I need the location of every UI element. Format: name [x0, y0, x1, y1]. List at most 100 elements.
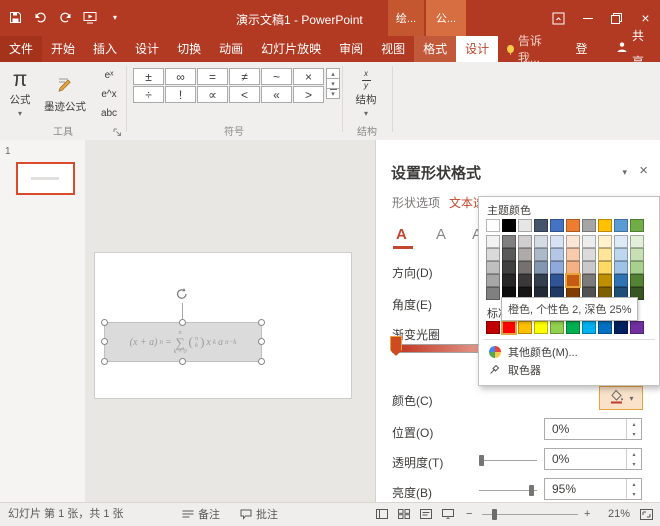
gradient-stop-marker[interactable] [390, 336, 402, 356]
redo-icon[interactable] [57, 9, 73, 25]
theme-color-swatch[interactable] [518, 219, 532, 232]
theme-color-variant-swatch[interactable] [598, 235, 612, 248]
symbol-button[interactable]: < [229, 86, 260, 103]
linear-button[interactable]: e^x [94, 85, 124, 103]
spin-down-icon[interactable]: ▾ [627, 489, 641, 499]
theme-color-variant-swatch[interactable] [534, 248, 548, 261]
theme-color-swatch[interactable] [614, 219, 628, 232]
theme-color-variant-swatch[interactable] [566, 235, 580, 248]
theme-color-variant-swatch[interactable] [598, 248, 612, 261]
resize-handle[interactable] [258, 319, 265, 326]
standard-color-swatch[interactable] [502, 321, 516, 334]
theme-color-variant-swatch[interactable] [502, 248, 516, 261]
theme-color-variant-swatch[interactable] [614, 261, 628, 274]
slideshow-view-button[interactable] [438, 503, 458, 525]
theme-color-variant-swatch[interactable] [486, 274, 500, 287]
theme-color-variant-swatch[interactable] [550, 261, 564, 274]
tab-幻灯片放映[interactable]: 幻灯片放映 [252, 36, 330, 62]
ink-equation-button[interactable]: 墨迹公式 [40, 65, 90, 123]
theme-color-variant-swatch[interactable] [582, 235, 596, 248]
spin-up-icon[interactable]: ▴ [627, 449, 641, 459]
symbol-button[interactable]: > [293, 86, 324, 103]
gradient-color-button[interactable]: ▾ [599, 386, 643, 410]
resize-handle[interactable] [258, 338, 265, 345]
theme-color-variant-swatch[interactable] [518, 235, 532, 248]
pane-options-caret-icon[interactable]: ▾ [622, 167, 627, 178]
tab-开始[interactable]: 开始 [42, 36, 84, 62]
theme-color-variant-swatch[interactable] [486, 248, 500, 261]
tab-插入[interactable]: 插入 [84, 36, 126, 62]
position-spinner[interactable]: 0% ▴▾ [544, 418, 642, 440]
undo-icon[interactable] [32, 9, 48, 25]
tell-me-box[interactable]: 告诉我... [498, 36, 565, 62]
symbol-button[interactable]: ÷ [133, 86, 164, 103]
theme-color-variant-swatch[interactable] [518, 261, 532, 274]
symbol-button[interactable]: « [261, 86, 292, 103]
theme-color-variant-swatch[interactable] [486, 287, 500, 300]
transparency-slider[interactable] [479, 460, 537, 461]
theme-color-variant-swatch[interactable] [566, 261, 580, 274]
spin-down-icon[interactable]: ▾ [627, 459, 641, 469]
theme-color-swatch[interactable] [598, 219, 612, 232]
theme-color-variant-swatch[interactable] [534, 261, 548, 274]
resize-handle[interactable] [101, 319, 108, 326]
theme-color-variant-swatch[interactable] [614, 274, 628, 287]
standard-color-swatch[interactable] [550, 321, 564, 334]
theme-color-variant-swatch[interactable] [518, 274, 532, 287]
symbol-button[interactable]: ~ [261, 68, 292, 85]
text-effects-icon[interactable]: A [436, 226, 446, 243]
theme-color-swatch[interactable] [566, 219, 580, 232]
spin-up-icon[interactable]: ▴ [627, 479, 641, 489]
restore-button[interactable] [602, 0, 631, 36]
theme-color-variant-swatch[interactable] [502, 261, 516, 274]
theme-color-variant-swatch[interactable] [582, 274, 596, 287]
resize-handle[interactable] [179, 358, 186, 365]
zoom-percent[interactable]: 21% [608, 503, 630, 525]
tab-审阅[interactable]: 审阅 [330, 36, 372, 62]
normal-text-button[interactable]: abc [94, 104, 124, 122]
standard-color-swatch[interactable] [534, 321, 548, 334]
more-colors-item[interactable]: 其他颜色(M)... [485, 343, 655, 361]
zoom-slider-thumb[interactable] [492, 509, 497, 520]
sign-in-button[interactable]: 登录 [566, 36, 606, 62]
professional-button[interactable]: eˣ [94, 66, 124, 84]
fit-to-window-button[interactable] [636, 503, 656, 525]
tab-文件[interactable]: 文件 [0, 36, 42, 62]
theme-color-variant-swatch[interactable] [614, 248, 628, 261]
theme-color-variant-swatch[interactable] [582, 248, 596, 261]
slide-canvas[interactable]: (x + a)n = n ∑ k = 0 ( nk ) xk an−k [85, 140, 375, 503]
standard-color-swatch[interactable] [518, 321, 532, 334]
zoom-in-button[interactable]: + [584, 503, 590, 525]
notes-button[interactable]: 备注 [182, 503, 220, 525]
theme-color-variant-swatch[interactable] [534, 235, 548, 248]
tab-设计[interactable]: 设计 [456, 36, 498, 62]
theme-color-variant-swatch[interactable] [518, 248, 532, 261]
theme-color-variant-swatch[interactable] [486, 261, 500, 274]
save-icon[interactable] [7, 9, 23, 25]
standard-color-swatch[interactable] [598, 321, 612, 334]
standard-color-swatch[interactable] [614, 321, 628, 334]
theme-color-variant-swatch[interactable] [614, 235, 628, 248]
theme-color-swatch[interactable] [486, 219, 500, 232]
theme-color-variant-swatch[interactable] [598, 261, 612, 274]
contextual-header-equation-tools[interactable]: 公... [426, 0, 466, 36]
theme-color-variant-swatch[interactable] [630, 261, 644, 274]
text-fill-outline-icon[interactable]: A [396, 226, 407, 243]
tab-shape-options[interactable]: 形状选项 [392, 194, 440, 211]
start-slideshow-icon[interactable] [82, 9, 98, 25]
transparency-spinner[interactable]: 0% ▴▾ [544, 448, 642, 470]
brightness-slider-thumb[interactable] [529, 485, 534, 496]
brightness-spinner[interactable]: 95% ▴▾ [544, 478, 642, 500]
comments-button[interactable]: 批注 [240, 503, 278, 525]
resize-handle[interactable] [258, 358, 265, 365]
theme-color-swatch[interactable] [550, 219, 564, 232]
theme-color-swatch[interactable] [502, 219, 516, 232]
gallery-more-icon[interactable]: ▾ [326, 88, 340, 99]
symbol-button[interactable]: ∝ [197, 86, 228, 103]
spin-up-icon[interactable]: ▴ [627, 419, 641, 429]
tab-切换[interactable]: 切换 [168, 36, 210, 62]
theme-color-variant-swatch[interactable] [566, 274, 580, 287]
theme-color-variant-swatch[interactable] [502, 274, 516, 287]
standard-color-swatch[interactable] [566, 321, 580, 334]
standard-color-swatch[interactable] [630, 321, 644, 334]
